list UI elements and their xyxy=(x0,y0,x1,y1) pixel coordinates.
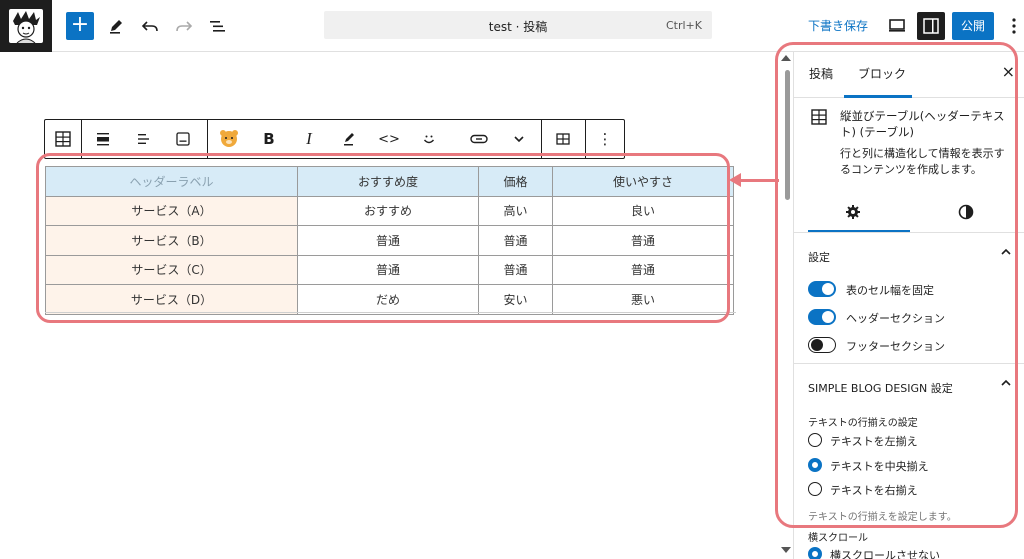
save-draft-button[interactable]: 下書き保存 xyxy=(808,17,868,34)
annotation-arrow-shaft xyxy=(739,179,779,182)
add-block-button[interactable]: + xyxy=(66,12,94,40)
undo-icon[interactable] xyxy=(138,14,162,38)
redo-icon[interactable] xyxy=(172,14,196,38)
table-highlight-outline xyxy=(36,153,730,323)
desktop-view-icon[interactable] xyxy=(886,14,908,36)
avatar xyxy=(9,9,43,43)
options-menu-icon[interactable] xyxy=(1008,14,1020,38)
editor-root: + test · 投稿 Ctrl+K 下書き保存 公開 B I <> ⋮ ヘッダ… xyxy=(0,0,1024,559)
settings-sidebar-toggle[interactable] xyxy=(917,12,945,40)
command-palette-bar[interactable]: test · 投稿 Ctrl+K xyxy=(324,11,712,39)
site-logo[interactable] xyxy=(0,0,52,52)
radio-button[interactable] xyxy=(808,547,822,559)
annotation-arrow-icon xyxy=(729,173,741,187)
publish-button[interactable]: 公開 xyxy=(952,12,994,40)
list-view-icon[interactable] xyxy=(206,14,230,38)
sidebar-highlight-outline xyxy=(775,42,1018,528)
radio-no-scroll[interactable]: 横スクロールさせない xyxy=(808,546,1018,559)
horizontal-scroll-label: 横スクロール xyxy=(808,533,868,544)
scroll-down-arrow[interactable] xyxy=(781,547,791,553)
document-title: test · 投稿 xyxy=(488,20,548,34)
shortcut-hint: Ctrl+K xyxy=(665,19,702,32)
radio-label: 横スクロールさせない xyxy=(830,549,940,559)
pencil-icon[interactable] xyxy=(104,14,128,38)
sidebar-icon xyxy=(923,18,939,34)
